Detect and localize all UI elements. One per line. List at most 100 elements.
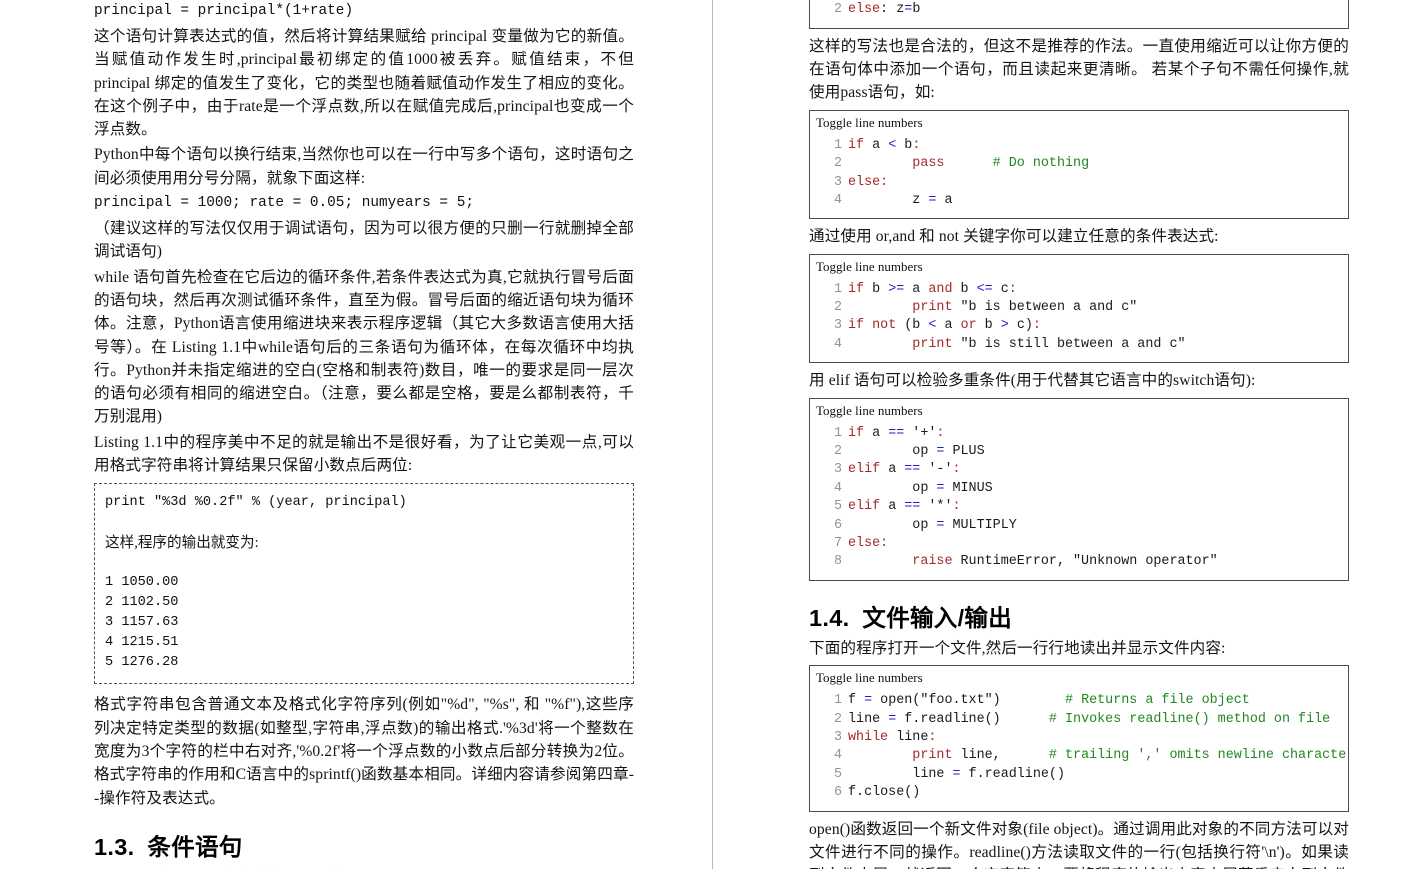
code-token: else: [848, 2, 881, 18]
section-title: 文件输入/输出: [862, 604, 1013, 631]
code-token: b: [896, 137, 913, 153]
section-heading-1-3: 1.3. 条件语句: [94, 832, 634, 862]
code-line-number: 2: [833, 156, 842, 172]
paragraph-fileio-intro: 下面的程序打开一个文件,然后一行行地读出并显示文件内容:: [809, 639, 1226, 657]
code-line-number: 1: [833, 425, 842, 441]
code-line-number: 1: [833, 693, 842, 709]
code-token: '*': [920, 499, 953, 515]
code-token: b: [864, 281, 889, 297]
code-token: z: [848, 192, 929, 208]
code-token: # Invokes readline() method on file: [1048, 711, 1331, 727]
code-token: :: [912, 137, 921, 153]
code-token: '-': [920, 462, 953, 478]
code-token: ==: [904, 462, 921, 478]
code-token: :: [880, 535, 889, 551]
code-token: op: [848, 443, 937, 459]
code-line-multi-statement: principal = 1000; rate = 0.05; numyears …: [94, 195, 474, 212]
code-token: while: [848, 729, 889, 745]
code-token: ==: [888, 425, 905, 441]
toggle-line-numbers-button[interactable]: Toggle line numbers: [810, 399, 1348, 422]
code-token: "b is still between a and c": [952, 336, 1186, 352]
code-token: raise: [912, 554, 953, 570]
code-token: >=: [888, 281, 905, 297]
code-token: c: [992, 281, 1009, 297]
code-token: MINUS: [944, 480, 993, 496]
code-token: :: [1008, 281, 1017, 297]
code-token: a: [936, 318, 961, 334]
code-line-principal-assignment: principal = principal*(1+rate): [94, 3, 354, 19]
code-token: f.close(): [848, 785, 921, 801]
code-token: op: [848, 517, 937, 533]
code-token: f.readline(): [896, 711, 1001, 727]
code-token: else: [848, 535, 881, 551]
code-token: ==: [904, 499, 921, 515]
code-line-number: 7: [833, 535, 842, 551]
code-token: :: [1032, 318, 1041, 334]
paragraph-format-string-details: 格式字符串包含普通文本及格式化字符序列(例如"%d", "%s", 和 "%f"…: [94, 696, 634, 807]
paragraph-logic-operators: 通过使用 or,and 和 not 关键字你可以建立任意的条件表达式:: [809, 228, 1219, 246]
code-token: open("foo.txt"): [872, 693, 1001, 709]
code-token: # Returns a file object: [1065, 693, 1250, 709]
code-content: 1f = open("foo.txt") # Returns a file ob…: [810, 689, 1348, 810]
code-line-number: 2: [833, 2, 842, 18]
code-line-number: 6: [833, 517, 842, 533]
code-line-number: 4: [833, 748, 842, 764]
code-token: b: [976, 318, 1001, 334]
code-token: :: [936, 425, 945, 441]
code-block-file-io: Toggle line numbers 1f = open("foo.txt")…: [809, 665, 1349, 812]
code-token: c): [1008, 318, 1033, 334]
code-token: (b: [896, 318, 929, 334]
document-page: principal = principal*(1+rate) 这个语句计算表达式…: [0, 0, 1427, 869]
code-token: "b is between a and c": [952, 300, 1138, 316]
code-token: RuntimeError, "Unknown operator": [952, 554, 1218, 570]
code-token: =: [864, 693, 873, 709]
column-divider: [712, 0, 713, 869]
code-token: print: [912, 336, 953, 352]
paragraph-open-readline-explanation: open()函数返回一个新文件对象(file object)。通过调用此对象的不…: [809, 820, 1349, 869]
code-line-number: 6: [833, 785, 842, 801]
code-token: MULTIPLY: [944, 517, 1017, 533]
code-token: else: [848, 174, 881, 190]
code-token: not: [872, 318, 897, 334]
code-token: or: [960, 318, 977, 334]
toggle-line-numbers-button[interactable]: Toggle line numbers: [810, 666, 1348, 689]
code-token: line,: [952, 748, 1001, 764]
code-line-number: 2: [833, 711, 842, 727]
code-token: if: [848, 281, 865, 297]
code-token: print: [912, 300, 953, 316]
output-note: 这样,程序的输出就变为:: [105, 535, 259, 552]
section-number: 1.3.: [94, 833, 135, 860]
code-line-number: 3: [833, 462, 842, 478]
code-line-number: 1: [833, 281, 842, 297]
code-block-elif: Toggle line numbers 1 if a == '+': 2 op =…: [809, 397, 1349, 581]
section-number: 1.4.: [809, 604, 850, 631]
code-token: # trailing ',' omits newline character: [1048, 748, 1349, 764]
code-token: elif: [848, 462, 881, 478]
code-block-oneline-if-else: Toggle line numbers 1if a<b: z=a 2else: …: [809, 0, 1349, 29]
code-token: f: [848, 693, 865, 709]
code-line-number: 4: [833, 336, 842, 352]
toggle-line-numbers-button[interactable]: Toggle line numbers: [810, 111, 1348, 134]
code-token: line: [848, 766, 953, 782]
code-token: if: [848, 425, 865, 441]
code-token: :: [952, 499, 961, 515]
code-token: f.readline(): [960, 766, 1065, 782]
code-line-number: 3: [833, 729, 842, 745]
code-token: op: [848, 480, 937, 496]
code-token: a: [864, 137, 889, 153]
code-line-number: 5: [833, 499, 842, 515]
print-format-code: print "%3d %0.2f" % (year, principal): [105, 495, 407, 511]
code-line-number: 4: [833, 480, 842, 496]
code-token: print: [912, 748, 953, 764]
code-token: :: [928, 729, 937, 745]
output-example-box: print "%3d %0.2f" % (year, principal) 这样…: [94, 483, 634, 685]
toggle-line-numbers-button[interactable]: Toggle line numbers: [810, 255, 1348, 278]
